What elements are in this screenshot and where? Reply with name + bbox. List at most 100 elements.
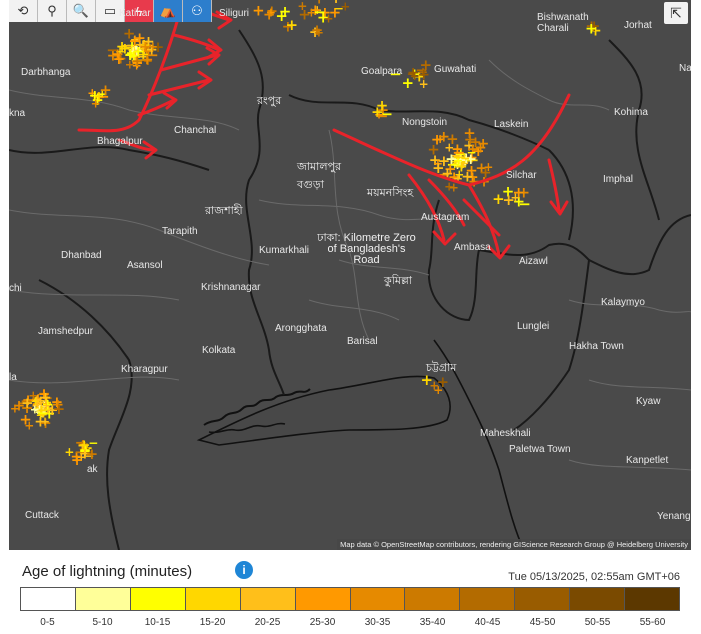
border-line	[608, 39, 660, 221]
legend-label: 5-10	[92, 617, 113, 628]
hat-icon[interactable]: ⛺	[154, 0, 183, 22]
legend-color-bar	[20, 587, 680, 611]
bike-icon[interactable]: ⚇	[183, 0, 212, 22]
lightning-strike-icon: +	[139, 37, 152, 55]
place-label: la	[9, 372, 17, 383]
timestamp: Tue 05/13/2025, 02:55am GMT+06	[508, 571, 680, 583]
legend-label: 15-20	[199, 617, 226, 628]
place-label: Arongghata	[275, 323, 327, 334]
legend-labels: 0-5 5-10 10-15 15-20 20-25 25-30 30-35 35-40 40-…	[20, 617, 680, 628]
place-label: Asansol	[127, 260, 163, 271]
legend-swatch	[405, 588, 461, 610]
lightning-strike-icon: −	[334, 2, 344, 16]
location-icon[interactable]: ⚲	[38, 0, 67, 22]
border-line	[9, 146, 210, 171]
lightning-strike-icon: +	[311, 21, 324, 39]
place-label: ঢাকা: Kilometre Zero of Bangladesh's Roa…	[317, 232, 416, 266]
lightning-strike-icon: +	[510, 191, 520, 205]
place-label: Kyaw	[636, 396, 661, 407]
legend-label: 55-60	[639, 617, 666, 628]
place-label: Siliguri	[219, 8, 250, 19]
place-label: kna	[9, 108, 26, 119]
lightning-strike-icon: −	[376, 107, 389, 125]
place-label: Ambasa	[454, 242, 491, 253]
legend-title: Age of lightning (minutes)	[22, 563, 193, 580]
legend-label: 35-40	[419, 617, 446, 628]
coastline	[196, 375, 451, 446]
border-line	[478, 242, 591, 431]
place-label: Silchar	[506, 170, 537, 181]
place-label: Kharagpur	[121, 364, 168, 375]
place-label: Bhagalpur	[97, 136, 143, 147]
lightning-strike-icon: +	[410, 69, 420, 83]
place-label: Dhanbad	[61, 250, 102, 261]
info-icon[interactable]: i	[235, 561, 253, 579]
zoom-icon[interactable]: 🔍	[67, 0, 96, 22]
place-label: Austagram	[421, 212, 470, 223]
legend-swatch	[570, 588, 626, 610]
legend-swatch	[295, 588, 351, 610]
place-label: Bishwanath Charali	[537, 12, 589, 34]
place-label: Jorhat	[624, 20, 652, 31]
legend-label: 30-35	[364, 617, 391, 628]
place-label: Hakha Town	[569, 341, 624, 352]
place-label: Aizawl	[519, 256, 548, 267]
lightning-strike-icon: +	[94, 89, 104, 103]
lightning-strike-icon: +	[483, 160, 493, 174]
lightning-strike-icon: +	[263, 6, 276, 24]
legend-label: 20-25	[254, 617, 281, 628]
place-label: জামালপুর	[297, 161, 342, 173]
place-label: Laskein	[494, 119, 529, 130]
place-label: Chanchal	[174, 125, 217, 136]
legend-swatch	[240, 588, 296, 610]
legend-label: 25-30	[309, 617, 336, 628]
legend-label: 45-50	[529, 617, 556, 628]
lightning-strike-icon: +	[53, 400, 66, 418]
map-attribution: Map data © OpenStreetMap contributors, r…	[337, 539, 691, 550]
legend-label: 10-15	[144, 617, 171, 628]
place-label: Paletwa Town	[509, 444, 571, 455]
lightning-strike-icon: +	[477, 134, 490, 152]
lightning-strike-icon: +	[24, 419, 34, 433]
place-label: Tarapith	[162, 226, 198, 237]
lightning-strike-icon: +	[431, 130, 444, 148]
lightning-strike-icon: +	[116, 38, 129, 56]
legend-swatch	[75, 588, 131, 610]
place-label: কুমিল্লা	[384, 275, 412, 287]
place-label: Jamshedpur	[38, 326, 94, 337]
place-label: চট্টগ্রাম	[426, 362, 457, 374]
place-label: Kolkata	[202, 345, 236, 356]
map-view[interactable]: + + + + + + + + + + + + + + − + + − + + + − + + + + + + + − + − + − + + + + + +…	[9, 0, 691, 550]
legend-swatch	[350, 588, 406, 610]
place-label: Nongstoin	[402, 117, 448, 128]
legend-swatch	[625, 588, 680, 610]
place-label: Kumarkhali	[259, 245, 310, 256]
lightning-strike-icon: +	[492, 190, 505, 208]
border-line	[548, 149, 691, 276]
legend-label: 50-55	[584, 617, 611, 628]
place-label: ময়মনসিংহ	[367, 187, 414, 199]
place-label: Darbhanga	[21, 67, 71, 78]
share-icon[interactable]: ⇱	[664, 2, 688, 24]
lightning-strike-icon: +	[455, 157, 468, 175]
refresh-icon[interactable]: ⟲	[9, 0, 38, 22]
place-label: Goalpara	[361, 66, 403, 77]
legend-swatch	[460, 588, 516, 610]
map-canvas: + +++++++++++++− ++− +++−+++++ ++ −+−+− ++++++…	[9, 0, 691, 550]
lightning-strike-icon: −	[36, 404, 49, 422]
place-label: chi	[9, 283, 22, 294]
legend-swatch	[21, 588, 76, 610]
border-line	[238, 29, 285, 396]
lightning-strike-icon: −	[313, 3, 326, 21]
place-label: রংপুর	[257, 95, 282, 107]
place-label: Kanpetlet	[626, 455, 669, 466]
legend-label: 40-45	[474, 617, 501, 628]
place-label: বগুড়া	[297, 179, 324, 191]
legend-swatch	[515, 588, 571, 610]
legend-swatch	[130, 588, 186, 610]
place-label: Imphal	[603, 174, 634, 185]
place-label: Maheskhali	[480, 428, 531, 439]
place-label: Katihar	[119, 8, 151, 19]
place-label: Kalaymyo	[601, 297, 645, 308]
place-label: Krishnanagar	[201, 282, 261, 293]
